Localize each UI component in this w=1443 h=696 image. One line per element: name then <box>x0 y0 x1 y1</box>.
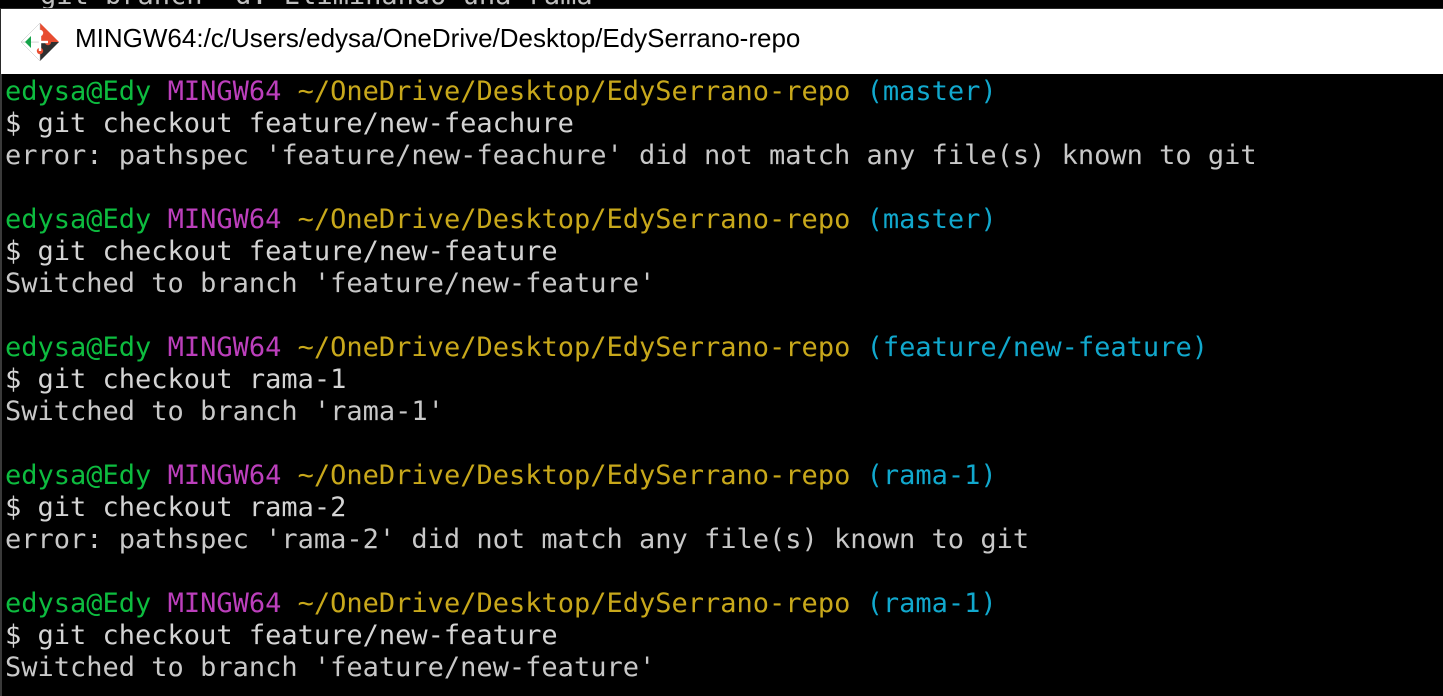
prompt-line: edysa@Edy MINGW64 ~/OneDrive/Desktop/Edy… <box>5 460 1443 492</box>
prompt-system: MINGW64 <box>167 204 282 235</box>
prompt-path: ~/OneDrive/Desktop/EdySerrano-repo <box>297 588 851 619</box>
prompt-block: edysa@Edy MINGW64 ~/OneDrive/Desktop/Edy… <box>5 76 1443 204</box>
command-output: Switched to branch 'feature/new-feature' <box>5 652 656 683</box>
prompt-user: edysa@Edy <box>5 588 152 619</box>
prompt-block: edysa@Edy MINGW64 ~/OneDrive/Desktop/Edy… <box>5 332 1443 460</box>
prompt-system: MINGW64 <box>167 76 282 107</box>
command-output: error: pathspec 'rama-2' did not match a… <box>5 524 1030 555</box>
command-line: $ git checkout feature/new-feachure <box>5 108 574 139</box>
command-line: $ git checkout feature/new-feature <box>5 620 558 651</box>
prompt-block: edysa@Edy MINGW64 ~/OneDrive/Desktop/Edy… <box>5 460 1443 588</box>
command-line: $ git checkout rama-2 <box>5 492 347 523</box>
prompt-path: ~/OneDrive/Desktop/EdySerrano-repo <box>297 76 851 107</box>
prompt-line: edysa@Edy MINGW64 ~/OneDrive/Desktop/Edy… <box>5 204 1443 236</box>
title-bar[interactable]: MINGW64:/c/Users/edysa/OneDrive/Desktop/… <box>0 8 1443 74</box>
prompt-branch: (master) <box>866 204 997 235</box>
prompt-branch: (rama-1) <box>866 588 997 619</box>
prompt-block: edysa@Edy MINGW64 ~/OneDrive/Desktop/Edy… <box>5 588 1443 684</box>
prompt-line: edysa@Edy MINGW64 ~/OneDrive/Desktop/Edy… <box>5 76 1443 108</box>
prompt-user: edysa@Edy <box>5 76 152 107</box>
prompt-path: ~/OneDrive/Desktop/EdySerrano-repo <box>297 460 851 491</box>
prompt-system: MINGW64 <box>167 460 282 491</box>
prompt-path: ~/OneDrive/Desktop/EdySerrano-repo <box>297 204 851 235</box>
window-title: MINGW64:/c/Users/edysa/OneDrive/Desktop/… <box>75 23 801 53</box>
command-line: $ git checkout feature/new-feature <box>5 236 558 267</box>
prompt-line: edysa@Edy MINGW64 ~/OneDrive/Desktop/Edy… <box>5 332 1443 364</box>
terminal-output[interactable]: edysa@Edy MINGW64 ~/OneDrive/Desktop/Edy… <box>0 74 1443 696</box>
prompt-line: edysa@Edy MINGW64 ~/OneDrive/Desktop/Edy… <box>5 588 1443 620</box>
prompt-user: edysa@Edy <box>5 332 152 363</box>
prompt-branch: (master) <box>866 76 997 107</box>
prompt-branch: (rama-1) <box>866 460 997 491</box>
prompt-branch: (feature/new-feature) <box>866 332 1208 363</box>
command-output: Switched to branch 'feature/new-feature' <box>5 268 656 299</box>
command-line: $ git checkout rama-1 <box>5 364 347 395</box>
prompt-user: edysa@Edy <box>5 204 152 235</box>
prompt-system: MINGW64 <box>167 332 282 363</box>
command-output: Switched to branch 'rama-1' <box>5 396 444 427</box>
prompt-block: edysa@Edy MINGW64 ~/OneDrive/Desktop/Edy… <box>5 204 1443 332</box>
git-bash-icon <box>20 22 59 62</box>
terminal-window: git branch -d: Eliminando una rama MINGW… <box>0 0 1443 696</box>
prompt-path: ~/OneDrive/Desktop/EdySerrano-repo <box>297 332 851 363</box>
prompt-user: edysa@Edy <box>5 460 152 491</box>
prompt-system: MINGW64 <box>167 588 282 619</box>
command-output: error: pathspec 'feature/new-feachure' d… <box>5 140 1257 171</box>
